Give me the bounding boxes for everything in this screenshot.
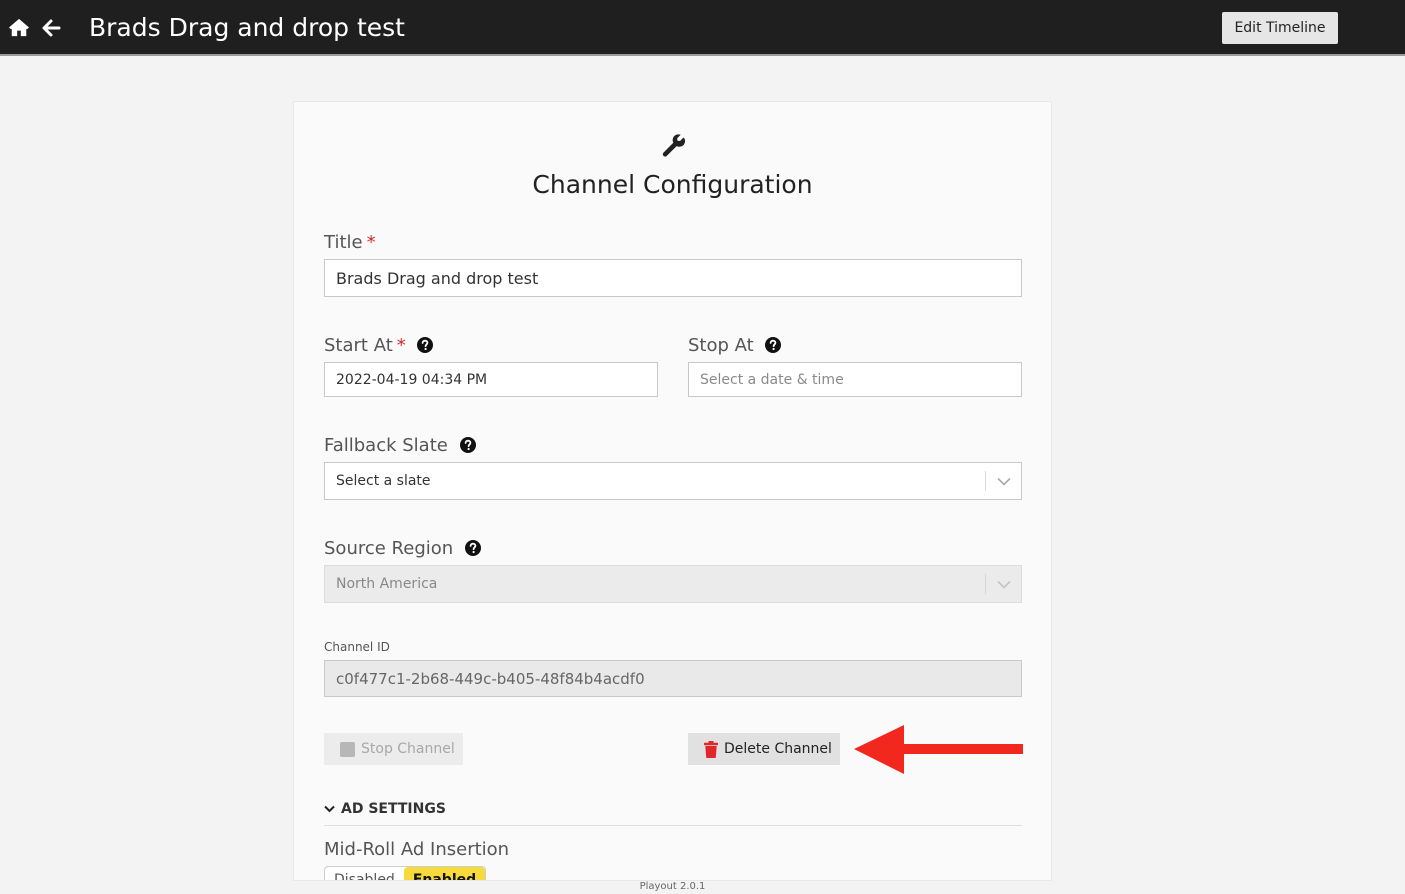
title-input[interactable]: Brads Drag and drop test bbox=[324, 259, 1022, 297]
delete-channel-label: Delete Channel bbox=[724, 741, 832, 757]
select-separator bbox=[985, 574, 986, 594]
stop-channel-button: Stop Channel bbox=[324, 733, 463, 765]
start-at-input[interactable]: 2022-04-19 04:34 PM bbox=[324, 362, 658, 397]
stop-at-label-text: Stop At bbox=[688, 335, 754, 356]
chevron-down-icon bbox=[324, 805, 335, 813]
ad-settings-header[interactable]: AD SETTINGS bbox=[324, 801, 446, 817]
arrow-left-icon[interactable] bbox=[41, 18, 61, 38]
stop-icon bbox=[340, 741, 355, 757]
source-region-select: North America bbox=[324, 565, 1022, 603]
source-region-label-text: Source Region bbox=[324, 538, 454, 559]
delete-channel-button[interactable]: Delete Channel bbox=[688, 733, 840, 765]
fallback-slate-select[interactable]: Select a slate bbox=[324, 462, 1022, 500]
mid-roll-label: Mid-Roll Ad Insertion bbox=[324, 839, 510, 860]
trash-icon bbox=[704, 740, 718, 758]
question-circle-icon[interactable] bbox=[464, 540, 481, 556]
fallback-slate-value: Select a slate bbox=[336, 473, 431, 489]
home-icon[interactable] bbox=[8, 17, 30, 37]
required-marker: * bbox=[396, 335, 406, 356]
source-region-label: Source Region bbox=[324, 538, 481, 560]
ad-settings-title: AD SETTINGS bbox=[341, 801, 446, 817]
top-bar: Brads Drag and drop test Edit Timeline bbox=[0, 0, 1405, 56]
fallback-slate-label-text: Fallback Slate bbox=[324, 435, 448, 456]
toggle-disabled-option[interactable]: Disabled bbox=[325, 867, 404, 880]
wrench-icon bbox=[662, 134, 686, 157]
source-region-value: North America bbox=[336, 576, 438, 592]
select-separator bbox=[985, 471, 986, 491]
channel-id-field: c0f477c1-2b68-449c-b405-48f84b4acdf0 bbox=[324, 660, 1022, 697]
stop-at-placeholder: Select a date & time bbox=[700, 371, 844, 388]
stop-channel-label: Stop Channel bbox=[361, 741, 455, 757]
stop-at-label: Stop At bbox=[688, 335, 782, 357]
page-title: Channel Configuration bbox=[532, 170, 813, 199]
start-at-label: Start At * bbox=[324, 335, 434, 357]
version-footer: Playout 2.0.1 bbox=[639, 881, 706, 892]
question-circle-icon[interactable] bbox=[765, 337, 782, 353]
question-circle-icon[interactable] bbox=[459, 437, 476, 453]
start-at-label-text: Start At bbox=[324, 335, 393, 356]
chevron-down-icon bbox=[997, 580, 1011, 589]
fallback-slate-label: Fallback Slate bbox=[324, 435, 476, 457]
toggle-enabled-option[interactable]: Enabled bbox=[403, 867, 486, 880]
edit-timeline-button[interactable]: Edit Timeline bbox=[1222, 12, 1338, 44]
annotation-arrow bbox=[854, 725, 1023, 774]
question-circle-icon[interactable] bbox=[417, 337, 434, 353]
divider bbox=[324, 825, 1022, 826]
chevron-down-icon[interactable] bbox=[997, 477, 1011, 486]
channel-id-label: Channel ID bbox=[324, 640, 390, 654]
mid-roll-toggle[interactable]: Disabled Enabled bbox=[324, 866, 487, 880]
stop-at-input[interactable]: Select a date & time bbox=[688, 362, 1022, 397]
required-marker: * bbox=[366, 232, 376, 253]
title-label-text: Title bbox=[324, 232, 363, 253]
title-label: Title * bbox=[324, 232, 376, 254]
channel-title: Brads Drag and drop test bbox=[89, 13, 405, 42]
